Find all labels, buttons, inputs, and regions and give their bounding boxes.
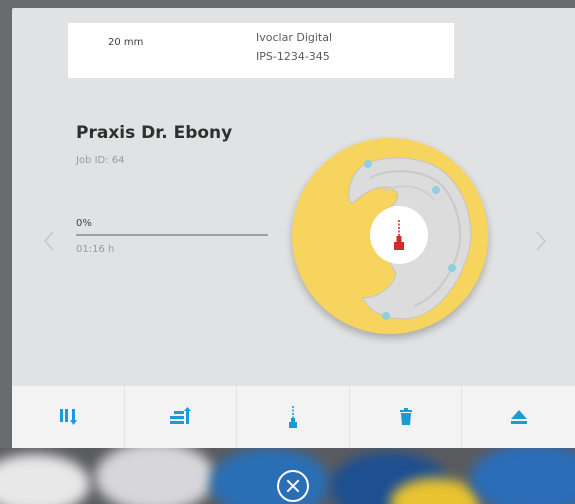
sort-down-icon [59,409,77,425]
action-toolbar [12,386,575,448]
chevron-left-icon[interactable] [42,230,56,252]
milling-tool-icon [394,220,404,250]
job-duration: 01:16 h [76,244,115,255]
material-info-box: 20 mm Ivoclar Digital IPS-1234-345 [68,23,454,78]
material-brand: Ivoclar Digital [256,31,333,44]
sort-button[interactable] [12,386,125,448]
eject-icon [510,410,527,424]
material-code: IPS-1234-345 [256,50,330,63]
close-icon[interactable] [277,470,309,502]
progress-percent: 0% [76,218,92,229]
trash-icon [399,408,412,425]
job-card: 20 mm Ivoclar Digital IPS-1234-345 Praxi… [12,8,575,448]
milling-disc[interactable] [292,138,488,334]
job-title: Praxis Dr. Ebony [76,123,233,143]
job-id: Job ID: 64 [76,155,125,166]
eject-button[interactable] [462,386,575,448]
delete-button[interactable] [350,386,463,448]
milling-tool-icon [288,406,297,428]
transfer-button[interactable] [125,386,238,448]
progress-bar [76,234,268,236]
transfer-icon [170,407,192,424]
background-blob [0,454,90,504]
disc-center [370,206,428,264]
background-blob [210,448,330,504]
material-size: 20 mm [108,37,144,48]
background-blob [470,448,575,504]
chevron-right-icon[interactable] [534,230,548,252]
background-blob [95,448,215,504]
milling-tool-button[interactable] [237,386,350,448]
